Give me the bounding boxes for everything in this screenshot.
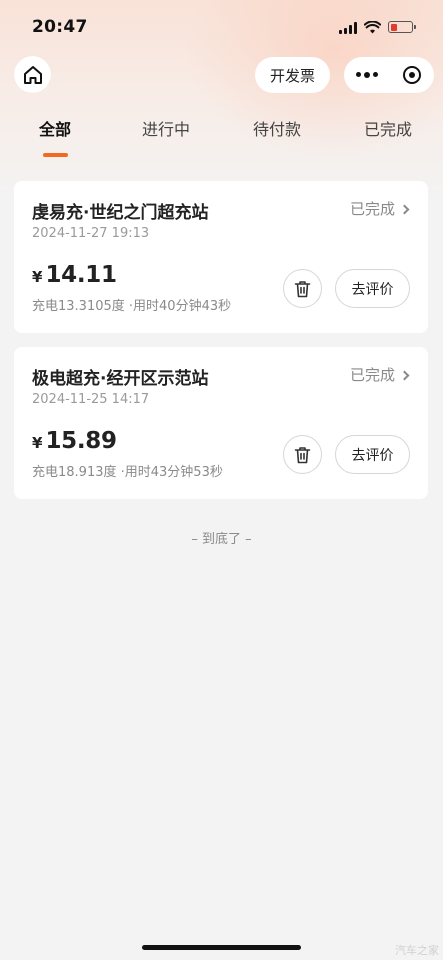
currency-symbol: ¥	[32, 434, 43, 452]
order-amount: 15.89	[45, 428, 117, 454]
order-status: 已完成	[349, 200, 395, 218]
invoice-button[interactable]: 开发票	[255, 57, 330, 93]
status-bar: 20:47	[0, 0, 443, 54]
order-amount: 14.11	[45, 262, 117, 288]
station-name: 极电超充·经开区示范站	[32, 369, 209, 389]
miniprogram-capsule	[344, 57, 434, 93]
order-status: 已完成	[349, 366, 395, 384]
charge-detail: 充电13.3105度 ·用时40分钟43秒	[32, 299, 232, 314]
order-price: ¥ 14.11	[32, 262, 117, 288]
tab-all[interactable]: 全部	[39, 116, 71, 140]
tab-pending-payment[interactable]: 待付款	[253, 116, 301, 140]
home-indicator	[142, 945, 301, 950]
status-icons	[339, 20, 416, 34]
active-tab-indicator	[43, 153, 68, 157]
order-status-link[interactable]: 已完成	[349, 198, 410, 219]
end-of-list-tip: – 到底了 –	[191, 532, 252, 547]
trash-icon	[294, 280, 311, 297]
status-time: 20:47	[32, 17, 88, 37]
tab-in-progress[interactable]: 进行中	[142, 116, 190, 140]
signal-icon	[339, 21, 357, 34]
home-icon	[23, 65, 42, 84]
trash-icon	[294, 446, 311, 463]
order-status-link[interactable]: 已完成	[349, 364, 410, 385]
order-tabs: 全部 进行中 待付款 已完成	[0, 112, 443, 162]
delete-order-button[interactable]	[283, 269, 322, 308]
nav-bar: 开发票	[0, 56, 443, 94]
station-name: 虔易充·世纪之门超充站	[32, 203, 209, 223]
currency-symbol: ¥	[32, 268, 43, 286]
close-capsule-icon[interactable]	[389, 66, 434, 84]
review-button[interactable]: 去评价	[335, 269, 410, 308]
order-card[interactable]: 虔易充·世纪之门超充站 已完成 2024-11-27 19:13 ¥ 14.11…	[14, 181, 428, 333]
order-card[interactable]: 极电超充·经开区示范站 已完成 2024-11-25 14:17 ¥ 15.89…	[14, 347, 428, 499]
chevron-right-icon	[399, 370, 410, 380]
home-button[interactable]	[14, 56, 51, 93]
watermark: 汽车之家	[395, 944, 439, 957]
order-time: 2024-11-27 19:13	[32, 226, 150, 241]
wifi-icon	[364, 20, 381, 33]
delete-order-button[interactable]	[283, 435, 322, 474]
order-price: ¥ 15.89	[32, 428, 117, 454]
more-icon[interactable]	[344, 72, 389, 78]
tab-completed[interactable]: 已完成	[364, 116, 412, 140]
chevron-right-icon	[399, 204, 410, 214]
charge-detail: 充电18.913度 ·用时43分钟53秒	[32, 465, 223, 480]
review-button[interactable]: 去评价	[335, 435, 410, 474]
order-time: 2024-11-25 14:17	[32, 392, 150, 407]
battery-icon	[388, 21, 416, 33]
